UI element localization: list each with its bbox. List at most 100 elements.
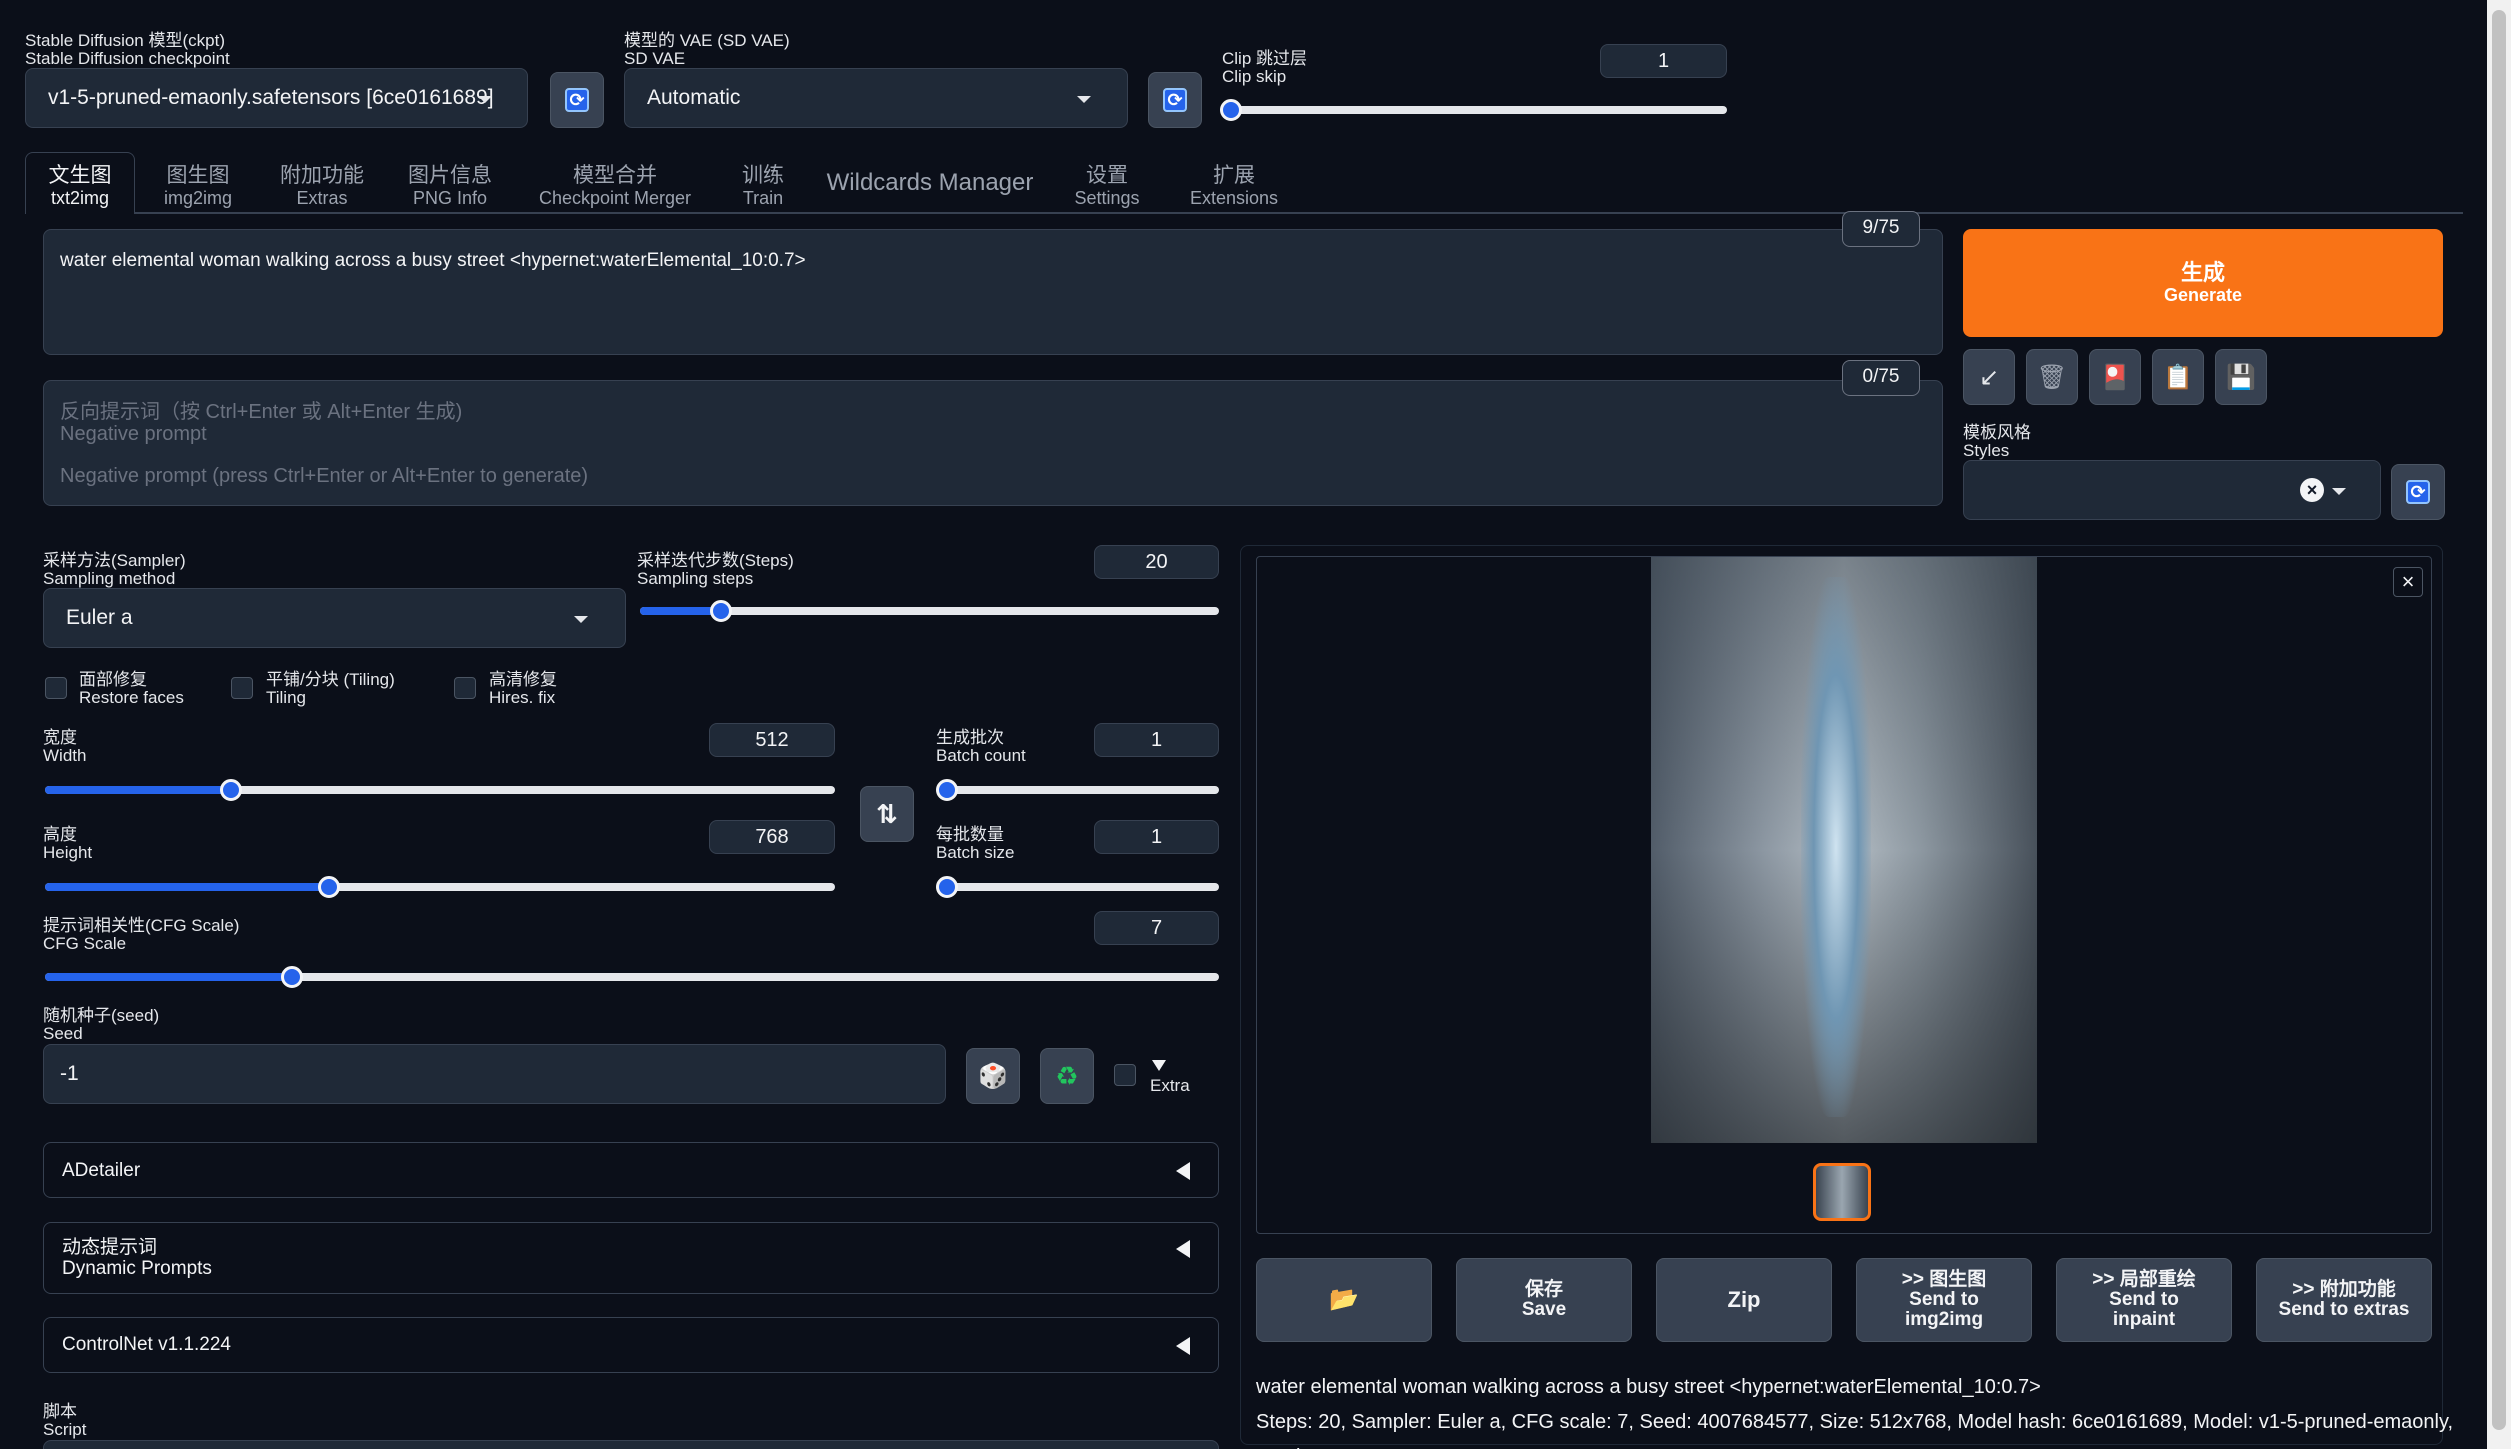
ckpt-label: Stable Diffusion 模型(ckpt) Stable Diffusio… xyxy=(25,31,230,68)
slider-fill xyxy=(45,786,231,794)
dynamic-prompts-accordion[interactable]: 动态提示词 Dynamic Prompts xyxy=(43,1222,1219,1294)
sampler-dropdown[interactable]: Euler a xyxy=(43,588,626,648)
slider-thumb[interactable] xyxy=(281,966,303,988)
slider-fill xyxy=(45,883,329,891)
steps-label: 采样迭代步数(Steps) Sampling steps xyxy=(637,551,794,588)
batch-size-slider[interactable] xyxy=(936,876,1219,898)
refresh-vae-button[interactable]: ⟳ xyxy=(1148,72,1202,128)
negative-prompt-textarea[interactable]: 反向提示词（按 Ctrl+Enter 或 Alt+Enter 生成) Negat… xyxy=(43,380,1943,506)
checkpoint-value: v1-5-pruned-emaonly.safetensors [6ce0161… xyxy=(48,86,494,109)
prompt-text: water elemental woman walking across a b… xyxy=(60,250,806,271)
clear-icon[interactable]: × xyxy=(2300,478,2324,502)
restore-faces-checkbox[interactable] xyxy=(45,677,67,699)
height-slider[interactable] xyxy=(45,876,835,898)
info-prompt: water elemental woman walking across a b… xyxy=(1256,1376,2041,1398)
slider-thumb[interactable] xyxy=(710,600,732,622)
read-params-button[interactable]: ↙ xyxy=(1963,349,2015,405)
cfg-input[interactable]: 7 xyxy=(1094,911,1219,945)
hires-fix-checkbox[interactable] xyxy=(454,677,476,699)
refresh-icon: ⟳ xyxy=(2406,480,2430,504)
random-seed-button[interactable]: 🎲 xyxy=(966,1048,1020,1104)
batch-count-slider[interactable] xyxy=(936,779,1219,801)
extra-networks-button[interactable]: 🎴 xyxy=(2089,349,2141,405)
scrollbar-thumb[interactable] xyxy=(2492,10,2506,1430)
slider-thumb[interactable] xyxy=(936,779,958,801)
script-label: 脚本 Script xyxy=(43,1402,87,1439)
refresh-checkpoint-button[interactable]: ⟳ xyxy=(550,72,604,128)
batch-count-input[interactable]: 1 xyxy=(1094,723,1219,757)
script-dropdown[interactable] xyxy=(43,1440,1219,1449)
batch-count-label: 生成批次 Batch count xyxy=(936,728,1026,765)
steps-input[interactable]: 20 xyxy=(1094,545,1219,579)
vae-value: Automatic xyxy=(647,86,741,109)
card-icon: 🎴 xyxy=(2100,363,2130,391)
prompt-textarea[interactable]: water elemental woman walking across a b… xyxy=(43,229,1943,355)
send-to-img2img-button[interactable]: >> 图生图 Send to img2img xyxy=(1856,1258,2032,1342)
generate-button[interactable]: 生成 Generate xyxy=(1963,229,2443,337)
clip-skip-input[interactable]: 1 xyxy=(1600,44,1727,78)
chevron-down-icon xyxy=(2332,488,2346,495)
clip-skip-slider[interactable] xyxy=(1220,99,1727,121)
negative-prompt-placeholder: 反向提示词（按 Ctrl+Enter 或 Alt+Enter 生成) Negat… xyxy=(60,401,589,487)
save-style-button[interactable]: 💾 xyxy=(2215,349,2267,405)
tab-extensions[interactable]: 扩展 Extensions xyxy=(1176,165,1292,209)
width-input[interactable]: 512 xyxy=(709,723,835,757)
swap-dimensions-button[interactable]: ⇅ xyxy=(860,786,914,842)
send-to-extras-button[interactable]: >> 附加功能 Send to extras xyxy=(2256,1258,2432,1342)
refresh-icon: ⟳ xyxy=(1163,88,1187,112)
collapse-icon xyxy=(1176,1162,1190,1180)
tab-checkpoint-merger[interactable]: 模型合并 Checkpoint Merger xyxy=(528,165,702,209)
tab-txt2img[interactable]: 文生图 txt2img xyxy=(28,165,132,209)
tiling-checkbox[interactable] xyxy=(231,677,253,699)
width-slider[interactable] xyxy=(45,779,835,801)
apply-style-button[interactable]: 📋 xyxy=(2152,349,2204,405)
info-version: Version: 1.5.0 xyxy=(1256,1440,2456,1449)
clipboard-icon: 📋 xyxy=(2163,363,2193,391)
collapse-icon xyxy=(1176,1240,1190,1258)
seed-input[interactable]: -1 xyxy=(43,1044,946,1104)
batch-size-input[interactable]: 1 xyxy=(1094,820,1219,854)
save-button[interactable]: 保存 Save xyxy=(1456,1258,1632,1342)
refresh-styles-button[interactable]: ⟳ xyxy=(2391,464,2445,520)
send-to-inpaint-button[interactable]: >> 局部重绘 Send to inpaint xyxy=(2056,1258,2232,1342)
slider-thumb[interactable] xyxy=(1220,99,1242,121)
vae-dropdown[interactable]: Automatic xyxy=(624,68,1128,128)
extra-seed-checkbox[interactable] xyxy=(1114,1064,1136,1086)
open-folder-button[interactable]: 📂 xyxy=(1256,1258,1432,1342)
adetailer-accordion[interactable]: ADetailer xyxy=(43,1142,1219,1198)
slider-thumb[interactable] xyxy=(936,876,958,898)
height-label: 高度 Height xyxy=(43,825,93,862)
recycle-icon: ♻ xyxy=(1055,1060,1079,1091)
page-scrollbar[interactable] xyxy=(2487,0,2511,1449)
chevron-down-icon xyxy=(574,616,588,623)
tab-extras[interactable]: 附加功能 Extras xyxy=(270,165,374,209)
tab-train[interactable]: 训练 Train xyxy=(726,165,800,209)
triangle-down-icon xyxy=(1152,1060,1166,1071)
width-label: 宽度 Width xyxy=(43,728,87,765)
slider-fill xyxy=(45,973,292,981)
figure-silhouette xyxy=(1801,577,1871,1117)
swap-icon: ⇅ xyxy=(876,798,898,829)
gallery-thumbnail[interactable] xyxy=(1813,1163,1871,1221)
slider-thumb[interactable] xyxy=(220,779,242,801)
steps-slider[interactable] xyxy=(640,600,1219,622)
tab-settings[interactable]: 设置 Settings xyxy=(1062,165,1152,209)
checkpoint-dropdown[interactable]: v1-5-pruned-emaonly.safetensors [6ce0161… xyxy=(25,68,528,128)
generated-image[interactable] xyxy=(1651,557,2037,1143)
tiling-label: 平铺/分块 (Tiling) Tiling xyxy=(266,670,395,707)
zip-button[interactable]: Zip xyxy=(1656,1258,1832,1342)
extra-label: Extra xyxy=(1150,1076,1190,1095)
height-input[interactable]: 768 xyxy=(709,820,835,854)
reuse-seed-button[interactable]: ♻ xyxy=(1040,1048,1094,1104)
slider-thumb[interactable] xyxy=(318,876,340,898)
tab-png-info[interactable]: 图片信息 PNG Info xyxy=(398,165,502,209)
styles-dropdown[interactable]: × xyxy=(1963,460,2381,520)
accordion-title: ADetailer xyxy=(62,1160,141,1181)
cfg-slider[interactable] xyxy=(45,966,1219,988)
chevron-down-icon xyxy=(478,96,492,103)
tab-img2img[interactable]: 图生图 img2img xyxy=(148,165,248,209)
close-icon[interactable]: × xyxy=(2393,567,2423,597)
controlnet-accordion[interactable]: ControlNet v1.1.224 xyxy=(43,1317,1219,1373)
clear-prompt-button[interactable]: 🗑 xyxy=(2026,349,2078,405)
tab-wildcards-manager[interactable]: Wildcards Manager xyxy=(820,171,1040,195)
